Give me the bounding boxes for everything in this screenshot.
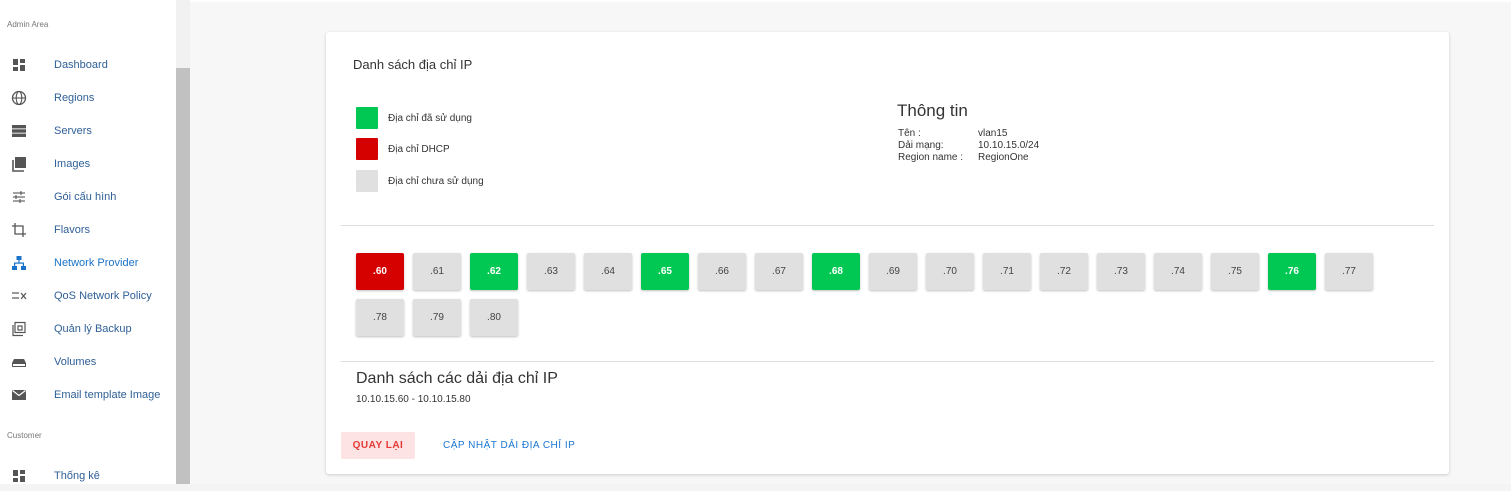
ip-chip-69[interactable]: .69 [869,253,917,290]
ip-chip-72[interactable]: .72 [1040,253,1088,290]
ip-chip-60[interactable]: .60 [356,253,404,290]
volumes-icon [11,354,27,370]
sidebar-item-label: Servers [54,125,92,137]
ip-chip-63[interactable]: .63 [527,253,575,290]
top-bar [190,0,1511,2]
sidebar-item-label: Images [54,158,91,170]
info-value-subnet: 10.10.15.0/24 [978,140,1040,151]
sidebar-item-label: Gói cấu hình [54,191,117,203]
ip-chip-78[interactable]: .78 [356,299,404,336]
back-button[interactable]: QUAY LẠI [341,432,415,459]
divider-bottom [341,361,1434,362]
section-label-admin: Admin Area [7,20,49,29]
ip-list-card: Danh sách địa chỉ IP Địa chỉ đã sử dụng … [326,32,1449,474]
sidebar-item-regions[interactable]: Regions [0,83,176,113]
ip-chip-73[interactable]: .73 [1097,253,1145,290]
legend-swatch-used [356,107,378,129]
ip-chip-80[interactable]: .80 [470,299,518,336]
info-title: Thông tin [897,101,968,120]
ip-chip-67[interactable]: .67 [755,253,803,290]
sidebar-item-label: Dashboard [54,59,108,71]
sidebar-scrollbar-thumb[interactable] [176,68,190,484]
crop-icon [11,222,27,238]
ip-chip-75[interactable]: .75 [1211,253,1259,290]
range-list-title: Danh sách các dải địa chỉ IP [356,370,558,387]
update-range-button[interactable]: CẬP NHẬT DẢI ĐỊA CHỈ IP [433,432,585,459]
info-row-region: Region name : RegionOne [898,152,1029,163]
info-key-region: Region name : [898,152,964,163]
email-icon [11,387,27,403]
sidebar-item-label: Flavors [54,224,91,236]
legend-free: Địa chỉ chưa sử dụng [356,170,484,192]
sidebar-item-email-template-image[interactable]: Email template Image [0,380,176,410]
section-label-customer: Customer [7,431,42,440]
info-key-subnet: Dải mạng: [898,140,944,151]
sidebar-item-label: Thống kê [54,470,100,482]
ip-chip-65[interactable]: .65 [641,253,689,290]
sidebar-item-goi-cau-hinh[interactable]: Gói cấu hình [0,182,176,212]
sidebar-item-label: Quản lý Backup [54,323,132,335]
globe-icon [11,90,27,106]
tune-icon [11,189,27,205]
sidebar-item-dashboard[interactable]: Dashboard [0,50,176,80]
sidebar: Admin Area Dashboard Regions Servers Images… [0,0,176,484]
info-value-name: vlan15 [978,128,1008,139]
sidebar-item-qos-network-policy[interactable]: QoS Network Policy [0,281,176,311]
info-row-name: Tên : vlan15 [898,128,1007,139]
ip-chip-70[interactable]: .70 [926,253,974,290]
card-title: Danh sách địa chỉ IP [353,57,473,72]
dashboard-icon [11,57,27,73]
ip-chip-77[interactable]: .77 [1325,253,1373,290]
legend-label-free: Địa chỉ chưa sử dụng [388,175,484,187]
legend-label-dhcp: Địa chỉ DHCP [388,143,450,155]
info-value-region: RegionOne [978,152,1029,163]
backup-icon [11,321,27,337]
ip-chip-64[interactable]: .64 [584,253,632,290]
ip-chip-71[interactable]: .71 [983,253,1031,290]
sidebar-item-images[interactable]: Images [0,149,176,179]
stats-icon [11,468,27,484]
legend-swatch-free [356,170,378,192]
sidebar-item-label: Email template Image [54,389,161,401]
ip-chip-62[interactable]: .62 [470,253,518,290]
ip-chip-79[interactable]: .79 [413,299,461,336]
legend-swatch-dhcp [356,138,378,160]
sidebar-item-flavors[interactable]: Flavors [0,215,176,245]
sidebar-item-label: Network Provider [54,257,139,269]
servers-icon [11,123,27,139]
qos-icon [11,288,27,304]
sidebar-item-thong-ke[interactable]: Thống kê [0,461,176,491]
divider-top [341,225,1434,226]
ip-chip-66[interactable]: .66 [698,253,746,290]
info-row-subnet: Dải mạng: 10.10.15.0/24 [898,140,1039,151]
ip-chip-61[interactable]: .61 [413,253,461,290]
ip-chip-68[interactable]: .68 [812,253,860,290]
ip-chip-74[interactable]: .74 [1154,253,1202,290]
sidebar-item-network-provider[interactable]: Network Provider [0,248,176,278]
info-key-name: Tên : [898,128,921,139]
range-value: 10.10.15.60 - 10.10.15.80 [356,394,471,405]
legend-dhcp: Địa chỉ DHCP [356,138,450,160]
ip-chip-76[interactable]: .76 [1268,253,1316,290]
sidebar-item-quan-ly-backup[interactable]: Quản lý Backup [0,314,176,344]
legend-used: Địa chỉ đã sử dụng [356,107,472,129]
sidebar-item-volumes[interactable]: Volumes [0,347,176,377]
sidebar-item-label: Regions [54,92,95,104]
legend-label-used: Địa chỉ đã sử dụng [388,112,472,124]
sidebar-item-label: Volumes [54,356,97,368]
network-icon [11,255,27,271]
images-icon [11,156,27,172]
sidebar-item-label: QoS Network Policy [54,290,152,302]
sidebar-item-servers[interactable]: Servers [0,116,176,146]
